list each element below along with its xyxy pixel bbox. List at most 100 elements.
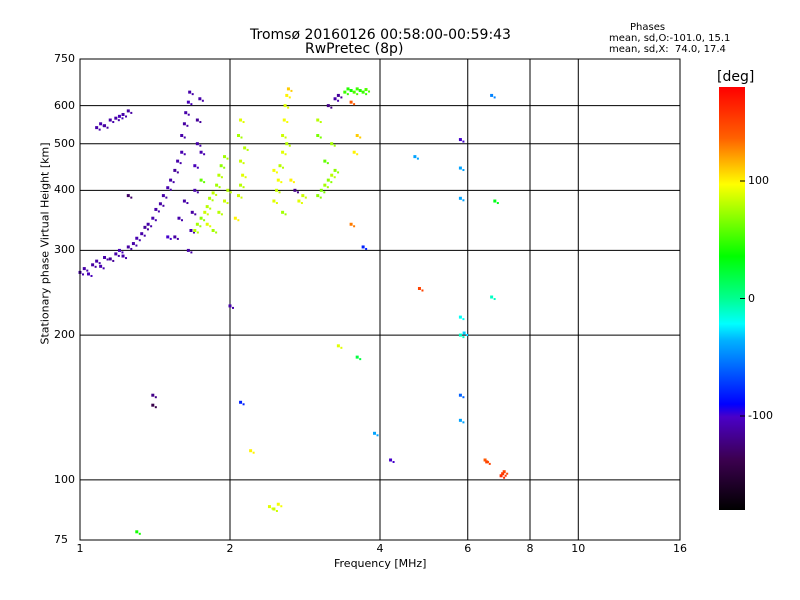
data-point	[199, 121, 202, 124]
data-point	[490, 93, 494, 97]
data-point	[125, 115, 128, 118]
data-point	[138, 239, 141, 242]
data-point	[239, 118, 243, 122]
data-point	[138, 532, 141, 535]
data-point	[283, 104, 287, 108]
data-point	[95, 126, 99, 130]
data-point	[349, 100, 353, 104]
data-point	[356, 153, 359, 156]
data-point	[135, 530, 139, 534]
data-point	[244, 176, 247, 179]
data-point	[281, 134, 285, 138]
data-point	[249, 449, 253, 453]
data-point	[330, 106, 333, 109]
data-point	[239, 159, 243, 163]
data-point	[462, 140, 465, 143]
data-point	[304, 196, 307, 199]
data-point	[458, 315, 462, 319]
data-point	[355, 355, 359, 359]
data-point	[333, 97, 337, 101]
data-point	[190, 103, 193, 106]
data-point	[326, 178, 330, 182]
data-point	[99, 122, 103, 126]
data-point	[154, 406, 157, 409]
data-point	[199, 178, 203, 182]
data-point	[173, 168, 177, 172]
data-point	[493, 96, 496, 99]
data-point	[243, 146, 247, 150]
data-point	[333, 176, 336, 179]
data-point	[485, 460, 489, 464]
data-point	[285, 142, 289, 146]
data-point	[506, 472, 509, 475]
data-point	[416, 157, 419, 160]
data-point	[206, 213, 209, 216]
data-point	[275, 202, 278, 205]
data-point	[300, 202, 303, 205]
data-point	[199, 144, 202, 147]
data-point	[201, 99, 204, 102]
data-point	[462, 421, 465, 424]
plot-area	[78, 58, 745, 541]
data-point	[242, 121, 245, 124]
data-point	[182, 122, 186, 126]
data-point	[203, 153, 206, 156]
data-point	[290, 89, 293, 92]
data-point	[275, 171, 278, 174]
data-point	[223, 166, 226, 169]
data-point	[86, 272, 90, 276]
data-point	[199, 216, 203, 220]
data-point	[121, 254, 125, 258]
data-point	[239, 183, 243, 187]
data-point	[319, 188, 323, 192]
data-point	[82, 273, 84, 276]
data-point	[276, 178, 280, 182]
data-point	[240, 196, 243, 199]
data-point	[106, 126, 109, 129]
data-point	[490, 295, 494, 299]
data-point	[337, 99, 340, 102]
data-point	[130, 247, 133, 250]
data-point	[284, 213, 287, 216]
data-point	[330, 142, 334, 146]
data-point	[186, 202, 189, 205]
data-point	[135, 244, 138, 247]
data-point	[462, 331, 466, 335]
data-point	[125, 257, 128, 260]
data-point	[209, 225, 212, 228]
data-point	[462, 318, 465, 321]
data-point	[323, 183, 327, 187]
data-point	[323, 191, 326, 194]
data-point	[158, 202, 162, 206]
data-point	[316, 134, 320, 138]
data-point	[336, 93, 340, 97]
data-point	[252, 451, 255, 454]
data-point	[353, 103, 356, 106]
data-point	[82, 267, 86, 271]
data-point	[217, 173, 221, 177]
data-point	[236, 134, 240, 138]
data-point	[180, 150, 184, 154]
data-point	[267, 505, 271, 509]
data-point	[188, 90, 192, 94]
data-point	[282, 166, 285, 169]
data-point	[186, 100, 190, 104]
data-point	[143, 234, 146, 237]
data-point	[316, 118, 320, 122]
data-point	[169, 178, 173, 182]
data-point	[94, 265, 97, 268]
data-point	[209, 207, 212, 210]
data-point	[190, 251, 193, 254]
data-point	[336, 344, 340, 348]
data-point	[184, 111, 188, 115]
data-point	[276, 502, 280, 506]
data-point	[169, 188, 172, 191]
data-point	[226, 202, 229, 205]
data-point	[358, 89, 362, 93]
data-point	[217, 210, 221, 214]
data-point	[233, 216, 237, 220]
data-point	[359, 136, 362, 139]
data-point	[240, 136, 243, 139]
data-point	[502, 470, 506, 474]
data-point	[346, 87, 350, 91]
